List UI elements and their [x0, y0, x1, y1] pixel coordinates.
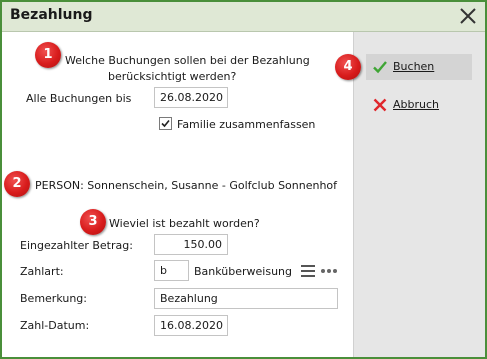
step-badge-4: 4	[335, 54, 361, 80]
cancel-button[interactable]: Abbruch	[366, 92, 472, 118]
close-button[interactable]	[457, 5, 479, 27]
step-badge-2: 2	[4, 171, 30, 197]
form-area: 1 Welche Buchungen sollen bei der Bezahl…	[2, 32, 353, 357]
pay-date-field[interactable]: 16.08.2020	[154, 315, 228, 336]
pay-type-code-field[interactable]: b	[154, 260, 189, 281]
all-bookings-until-label: Alle Buchungen bis	[26, 92, 132, 105]
remark-field[interactable]: Bezahlung	[154, 288, 338, 309]
close-icon	[460, 8, 476, 24]
checkmark-icon	[373, 61, 387, 74]
pay-type-name: Banküberweisung	[194, 265, 293, 278]
remark-label: Bemerkung:	[20, 292, 87, 305]
checkmark-icon	[161, 119, 170, 128]
payment-dialog: Bezahlung 1 Welche Buchungen sollen bei …	[0, 0, 487, 359]
all-bookings-until-field[interactable]: 26.08.2020	[154, 87, 228, 108]
book-button[interactable]: Buchen	[366, 54, 472, 80]
bookings-heading-line1: Welche Buchungen sollen bei der Bezahlun…	[65, 54, 310, 67]
more-options-button[interactable]	[320, 262, 338, 280]
step-badge-1: 1	[35, 42, 61, 68]
dialog-title: Bezahlung	[10, 7, 93, 23]
list-button[interactable]	[299, 262, 317, 280]
person-info: PERSON: Sonnenschein, Susanne - Golfclub…	[35, 179, 338, 192]
amount-label: Eingezahlter Betrag:	[20, 239, 133, 252]
pay-date-label: Zahl-Datum:	[20, 319, 90, 332]
pay-type-label: Zahlart:	[20, 265, 64, 278]
bookings-heading-line2: berücksichtigt werden?	[108, 70, 237, 83]
payment-heading: Wieviel ist bezahlt worden?	[109, 217, 260, 230]
cancel-x-icon	[373, 98, 387, 112]
family-checkbox[interactable]	[159, 117, 172, 130]
more-dots-icon	[321, 269, 337, 273]
cancel-button-label: Abbruch	[393, 98, 440, 111]
book-button-label: Buchen	[393, 60, 435, 73]
action-panel: 4 Buchen Abbruch	[335, 32, 485, 357]
family-checkbox-label: Familie zusammenfassen	[177, 118, 316, 131]
amount-field[interactable]: 150.00	[154, 234, 228, 255]
step-badge-3: 3	[80, 209, 106, 235]
list-icon	[301, 265, 315, 277]
title-bar: Bezahlung	[2, 2, 485, 32]
